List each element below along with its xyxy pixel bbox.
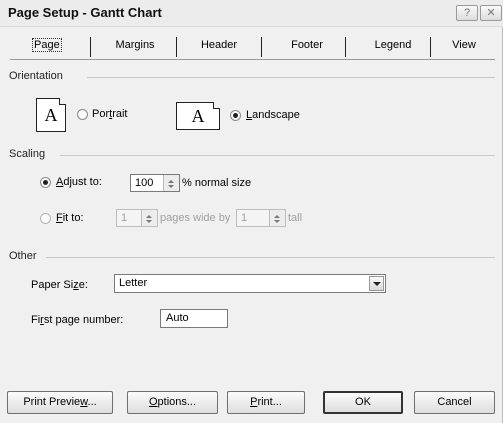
tab-legend[interactable]: Legend <box>358 33 428 59</box>
first-page-number-input[interactable]: Auto <box>160 309 228 328</box>
first-page-label: First page number: <box>31 314 124 326</box>
portrait-page-icon: A <box>36 98 66 132</box>
fit-to-radio[interactable] <box>40 213 51 224</box>
scaling-heading: Scaling <box>9 148 46 160</box>
tab-divider <box>176 37 177 57</box>
tab-divider <box>345 37 346 57</box>
close-button[interactable]: ✕ <box>480 5 502 21</box>
paper-size-value: Letter <box>119 277 148 289</box>
tab-strip: Page Margins Header Footer Legend View <box>10 33 495 59</box>
chevron-down-icon[interactable] <box>369 276 384 291</box>
page-setup-dialog: Page Setup - Gantt Chart ? ✕ Page Margin… <box>0 0 503 423</box>
pages-tall-stepper[interactable]: 1 <box>236 209 286 227</box>
landscape-radio[interactable] <box>230 110 241 121</box>
window-title: Page Setup - Gantt Chart <box>8 5 162 20</box>
divider <box>46 257 495 258</box>
pages-wide-label: pages wide by <box>160 212 231 224</box>
ok-button[interactable]: OK <box>323 391 403 414</box>
portrait-label[interactable]: Portrait <box>92 108 127 120</box>
tab-header[interactable]: Header <box>184 33 254 59</box>
tab-footer[interactable]: Footer <box>272 33 342 59</box>
other-heading: Other <box>9 250 37 262</box>
tab-divider <box>430 37 431 57</box>
title-bar: Page Setup - Gantt Chart ? ✕ <box>0 0 503 27</box>
tab-view[interactable]: View <box>442 33 486 59</box>
pages-wide-value: 1 <box>121 212 128 224</box>
normal-size-label: % normal size <box>182 177 252 189</box>
pages-tall-value: 1 <box>241 212 248 224</box>
pages-wide-stepper[interactable]: 1 <box>116 209 158 227</box>
paper-size-select[interactable]: Letter <box>114 274 386 293</box>
options-button[interactable]: Options... <box>127 391 218 414</box>
first-page-value: Auto <box>166 312 189 324</box>
tab-page[interactable]: Page <box>32 33 62 59</box>
adjust-to-radio[interactable] <box>40 177 51 188</box>
divider <box>60 155 495 156</box>
help-button[interactable]: ? <box>456 5 478 21</box>
print-preview-button[interactable]: Print Preview... <box>7 391 113 414</box>
tab-underline <box>10 59 495 60</box>
spin-arrows-icon[interactable] <box>269 210 285 226</box>
landscape-label[interactable]: Landscape <box>246 109 300 121</box>
paper-size-label: Paper Size: <box>31 279 88 291</box>
portrait-radio[interactable] <box>77 109 88 120</box>
pages-tall-label: tall <box>288 212 303 224</box>
landscape-page-icon: A <box>176 102 220 130</box>
tab-margins[interactable]: Margins <box>100 33 170 59</box>
adjust-percent-stepper[interactable]: 100 <box>130 174 180 192</box>
adjust-to-label[interactable]: Adjust to: <box>56 176 102 188</box>
spin-arrows-icon[interactable] <box>163 175 179 191</box>
tab-divider <box>90 37 91 57</box>
orientation-heading: Orientation <box>9 70 63 82</box>
spin-arrows-icon[interactable] <box>141 210 157 226</box>
cancel-button[interactable]: Cancel <box>414 391 495 414</box>
divider <box>87 77 495 78</box>
fit-to-label[interactable]: Fit to: <box>56 212 84 224</box>
tab-divider <box>261 37 262 57</box>
print-button[interactable]: Print... <box>227 391 305 414</box>
adjust-percent-value: 100 <box>135 177 154 189</box>
